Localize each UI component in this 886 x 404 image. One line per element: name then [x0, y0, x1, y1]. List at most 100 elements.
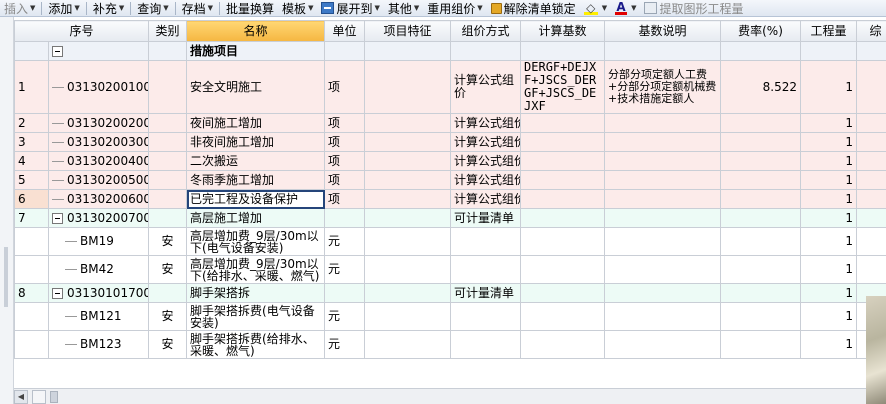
row-base[interactable] — [520, 132, 606, 152]
row-qty[interactable]: 1 — [800, 151, 858, 171]
row-base[interactable] — [520, 170, 606, 190]
row-feature[interactable] — [364, 302, 452, 331]
row-category[interactable] — [148, 113, 188, 133]
table-row[interactable]: BM19 安 高层增加费_9层/30m以下(电气设备安装) 元 1 — [14, 227, 886, 256]
row-code[interactable]: 031302002001 — [47, 113, 150, 133]
row-base[interactable] — [520, 227, 606, 256]
row-method[interactable] — [450, 41, 522, 61]
row-code[interactable]: BM123 — [47, 330, 150, 359]
row-rate[interactable] — [720, 283, 802, 303]
row-name[interactable]: 措施项目 — [186, 41, 326, 61]
row-unit[interactable] — [324, 41, 366, 61]
row-code[interactable]: BM19 — [47, 227, 150, 256]
col-header-total[interactable]: 综 — [856, 20, 886, 42]
row-name[interactable]: 脚手架搭拆费(电气设备安装) — [186, 302, 326, 331]
row-category[interactable]: 安 — [148, 227, 188, 256]
row-feature[interactable] — [364, 255, 452, 284]
table-row[interactable]: 7 031302007001 高层施工增加 可计量清单 1 — [14, 208, 886, 228]
row-total[interactable] — [856, 113, 886, 133]
row-base[interactable] — [520, 302, 606, 331]
row-base[interactable] — [520, 113, 606, 133]
row-name[interactable]: 脚手架搭拆 — [186, 283, 326, 303]
table-row[interactable]: 8 031301017001 脚手架搭拆 可计量清单 1 — [14, 283, 886, 303]
font-color-button[interactable]: A ▼ — [611, 0, 640, 16]
col-header-method[interactable]: 组价方式 — [450, 20, 522, 42]
row-feature[interactable] — [364, 41, 452, 61]
row-method[interactable]: 计算公式组价 — [450, 132, 522, 152]
row-total[interactable] — [856, 151, 886, 171]
supplement-menu[interactable]: 补充 ▼ — [89, 0, 128, 16]
row-category[interactable] — [148, 132, 188, 152]
row-rate[interactable] — [720, 208, 802, 228]
reuse-pricing-menu[interactable]: 重用组价 ▼ — [423, 0, 486, 16]
expand-to-menu[interactable]: 展开到 ▼ — [317, 0, 383, 16]
row-unit[interactable]: 项 — [324, 189, 366, 209]
row-method[interactable]: 计算公式组价 — [450, 170, 522, 190]
collapse-icon[interactable] — [52, 212, 63, 224]
row-base-desc[interactable] — [604, 302, 722, 331]
row-feature[interactable] — [364, 283, 452, 303]
col-header-category[interactable]: 类别 — [148, 20, 188, 42]
row-qty[interactable]: 1 — [800, 208, 858, 228]
row-feature[interactable] — [364, 151, 452, 171]
add-menu[interactable]: 添加 ▼ — [44, 0, 83, 16]
table-row[interactable]: 3 031302003001 非夜间施工增加 项 计算公式组价 1 — [14, 132, 886, 152]
row-code[interactable]: 031302005001 — [47, 170, 150, 190]
row-rate[interactable]: 8.522 — [720, 60, 802, 114]
row-base-desc[interactable]: 分部分项定额人工费+分部分项定额机械费+技术措施定额人 — [604, 60, 722, 114]
table-row[interactable]: 5 031302005001 冬雨季施工增加 项 计算公式组价 1 — [14, 170, 886, 190]
row-rate[interactable] — [720, 189, 802, 209]
row-rate[interactable] — [720, 227, 802, 256]
row-qty[interactable]: 1 — [800, 189, 858, 209]
row-base[interactable] — [520, 208, 606, 228]
row-category[interactable] — [148, 208, 188, 228]
col-header-feature[interactable]: 项目特征 — [364, 20, 452, 42]
row-unit[interactable] — [324, 208, 366, 228]
col-header-unit[interactable]: 单位 — [324, 20, 366, 42]
row-category[interactable] — [148, 60, 188, 114]
row-total[interactable] — [856, 189, 886, 209]
row-rate[interactable] — [720, 113, 802, 133]
row-qty[interactable]: 1 — [800, 170, 858, 190]
archive-menu[interactable]: 存档 ▼ — [178, 0, 217, 16]
row-category[interactable] — [148, 170, 188, 190]
scroll-left-icon[interactable]: ◀ — [14, 390, 28, 404]
row-unit[interactable]: 元 — [324, 227, 366, 256]
row-name[interactable]: 非夜间施工增加 — [186, 132, 326, 152]
row-method[interactable] — [450, 227, 522, 256]
row-total[interactable] — [856, 41, 886, 61]
row-rate[interactable] — [720, 151, 802, 171]
insert-menu[interactable]: 插入 ▼ — [0, 0, 39, 16]
row-unit[interactable]: 项 — [324, 113, 366, 133]
row-rate[interactable] — [720, 132, 802, 152]
row-method[interactable]: 计算公式组价 — [450, 113, 522, 133]
row-code[interactable]: 031302001001 — [47, 60, 150, 114]
row-base[interactable] — [520, 189, 606, 209]
row-feature[interactable] — [364, 132, 452, 152]
row-base[interactable] — [520, 283, 606, 303]
table-row[interactable]: BM121 安 脚手架搭拆费(电气设备安装) 元 1 — [14, 302, 886, 331]
splitter-handle[interactable] — [4, 247, 8, 307]
row-rate[interactable] — [720, 255, 802, 284]
row-qty[interactable]: 1 — [800, 113, 858, 133]
row-rate[interactable] — [720, 302, 802, 331]
collapse-icon[interactable] — [52, 45, 63, 57]
row-base[interactable] — [520, 151, 606, 171]
row-category[interactable] — [148, 151, 188, 171]
row-code[interactable]: BM42 — [47, 255, 150, 284]
row-method[interactable] — [450, 302, 522, 331]
row-base-desc[interactable] — [604, 132, 722, 152]
row-base-desc[interactable] — [604, 189, 722, 209]
row-name[interactable]: 冬雨季施工增加 — [186, 170, 326, 190]
row-code[interactable]: 031302003001 — [47, 132, 150, 152]
unlock-list-button[interactable]: 解除清单锁定 — [487, 0, 580, 16]
row-category[interactable]: 安 — [148, 302, 188, 331]
row-total[interactable] — [856, 170, 886, 190]
row-code[interactable]: BM121 — [47, 302, 150, 331]
scroll-track-start[interactable] — [32, 390, 46, 404]
horizontal-scrollbar[interactable]: ◀ — [14, 388, 886, 404]
row-total[interactable] — [856, 132, 886, 152]
col-header-seq[interactable]: 序号 — [13, 20, 150, 42]
template-menu[interactable]: 模板 ▼ — [278, 0, 317, 16]
row-total[interactable] — [856, 227, 886, 256]
